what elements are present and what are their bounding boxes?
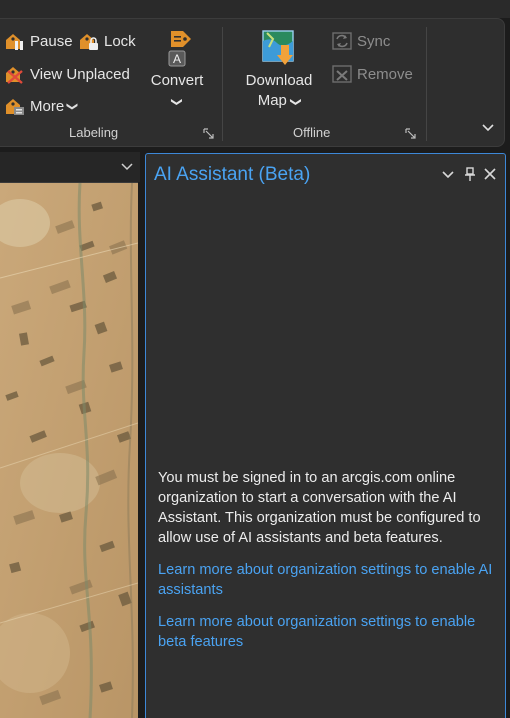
download-map-chevron-down-icon: ❯ bbox=[289, 97, 302, 107]
download-map-icon bbox=[240, 27, 318, 71]
offline-dialog-launcher-icon[interactable] bbox=[405, 127, 417, 139]
ribbon: Pause Lock View Unplaced More ❯ A Conver… bbox=[0, 18, 505, 147]
pane-options-chevron-down-icon[interactable] bbox=[440, 166, 456, 182]
more-label: More bbox=[30, 97, 65, 115]
convert-labels-icon: A bbox=[146, 27, 208, 71]
chevron-down-icon: ❯ bbox=[66, 101, 79, 111]
view-unplaced-button[interactable]: View Unplaced bbox=[4, 62, 130, 86]
view-unplaced-label: View Unplaced bbox=[30, 65, 130, 83]
view-unplaced-icon bbox=[4, 63, 26, 85]
download-map-label-line2: Map bbox=[257, 92, 287, 109]
title-strip bbox=[0, 0, 510, 18]
map-view-header bbox=[0, 152, 140, 182]
pin-icon[interactable] bbox=[462, 166, 478, 182]
remove-offline-icon bbox=[331, 63, 353, 85]
ai-assistant-pane: AI Assistant (Beta) You must be signed i… bbox=[145, 153, 506, 718]
ribbon-group-separator bbox=[222, 27, 223, 141]
map-tabs-dropdown-icon[interactable] bbox=[120, 160, 134, 174]
remove-label: Remove bbox=[357, 65, 413, 83]
sign-in-message: You must be signed in to an arcgis.com o… bbox=[158, 470, 481, 546]
svg-text:A: A bbox=[173, 52, 181, 66]
labeling-dialog-launcher-icon[interactable] bbox=[203, 127, 215, 139]
pause-button[interactable]: Pause bbox=[4, 29, 73, 53]
pane-title: AI Assistant (Beta) bbox=[154, 164, 311, 185]
offline-group-label: Offline bbox=[293, 125, 331, 140]
pause-label: Pause bbox=[30, 32, 73, 50]
close-icon[interactable] bbox=[482, 166, 498, 182]
sync-label: Sync bbox=[357, 32, 391, 50]
pane-body: You must be signed in to an arcgis.com o… bbox=[158, 468, 498, 652]
remove-offline-button[interactable]: Remove bbox=[331, 62, 413, 86]
convert-button[interactable]: A Convert ❯ bbox=[146, 27, 208, 111]
pause-labels-icon bbox=[4, 30, 26, 52]
map-view[interactable] bbox=[0, 182, 138, 718]
sync-button[interactable]: Sync bbox=[331, 29, 390, 53]
lock-button[interactable]: Lock bbox=[78, 29, 136, 53]
learn-more-beta-features-link[interactable]: Learn more about organization settings t… bbox=[158, 612, 498, 652]
learn-more-ai-assistants-link[interactable]: Learn more about organization settings t… bbox=[158, 560, 498, 600]
download-map-label-line1: Download bbox=[245, 72, 313, 89]
lock-labels-icon bbox=[78, 30, 100, 52]
ribbon-group-separator bbox=[426, 27, 427, 141]
sync-icon bbox=[331, 30, 353, 52]
ribbon-collapse-chevron-icon[interactable] bbox=[480, 121, 496, 135]
download-map-button[interactable]: Download Map ❯ bbox=[240, 27, 318, 112]
more-labeling-button[interactable]: More ❯ bbox=[4, 94, 79, 118]
labeling-group-label: Labeling bbox=[69, 125, 119, 140]
more-labeling-icon bbox=[4, 95, 26, 117]
convert-label: Convert bbox=[150, 72, 204, 89]
satellite-imagery bbox=[0, 183, 138, 718]
convert-chevron-down-icon: ❯ bbox=[171, 97, 183, 107]
lock-label: Lock bbox=[104, 32, 136, 50]
